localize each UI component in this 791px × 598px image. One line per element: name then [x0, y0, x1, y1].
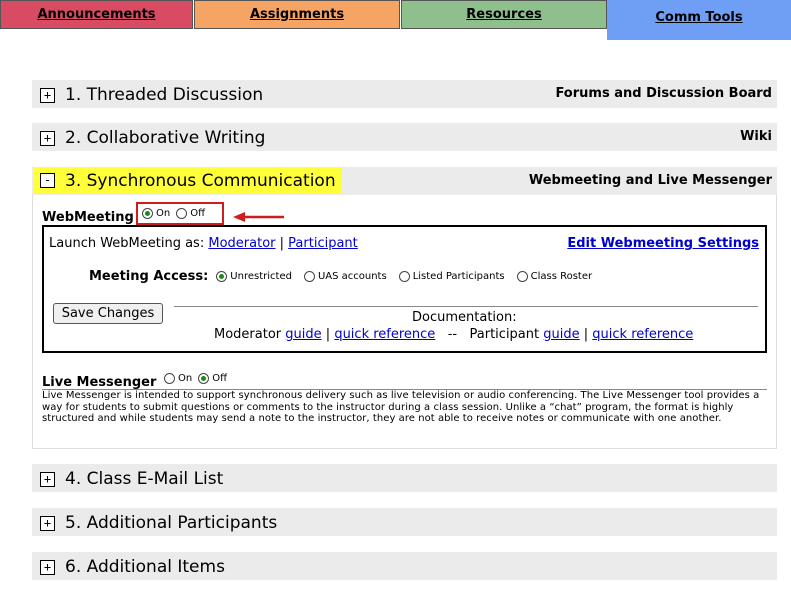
webmeeting-label: WebMeeting	[42, 210, 134, 225]
section-subtitle: Wiki	[740, 129, 772, 144]
moderator-doc-label: Moderator	[214, 327, 282, 342]
live-messenger-off-label: Off	[212, 373, 227, 384]
live-messenger-off-radio[interactable]	[198, 373, 210, 384]
live-messenger-on-radio[interactable]	[164, 373, 175, 384]
live-messenger-label: Live Messenger	[42, 375, 157, 390]
tab-resources-label: Resources	[466, 7, 542, 22]
section-toggle-threaded-discussion[interactable]: + 1. Threaded Discussion	[40, 84, 263, 106]
section-toggle-additional-items[interactable]: + 6. Additional Items	[40, 556, 225, 578]
annotation-arrow-icon	[233, 212, 284, 222]
section-additional-items: + 6. Additional Items	[32, 552, 777, 580]
access-unrestricted-radio[interactable]	[216, 271, 228, 282]
dash-separator: --	[447, 327, 458, 342]
moderator-quick-reference-link[interactable]: quick reference	[334, 327, 435, 342]
tab-assignments-label: Assignments	[249, 7, 345, 22]
live-messenger-toggle-group: On Off	[164, 373, 233, 384]
top-tab-bar: Announcements Assignments Resources Comm…	[0, 0, 791, 40]
meeting-access-label: Meeting Access:	[89, 269, 209, 284]
access-option-label: UAS accounts	[317, 271, 387, 282]
meeting-access-row: Meeting Access: Unrestricted UAS account…	[89, 269, 604, 284]
expand-icon[interactable]: +	[40, 130, 55, 146]
synchronous-communication-panel: WebMeeting On Off Launch WebMeeting as: …	[32, 195, 777, 449]
tab-resources[interactable]: Resources	[401, 0, 607, 29]
webmeeting-settings-box: Launch WebMeeting as: Moderator | Partic…	[42, 225, 767, 353]
live-messenger-on-label: On	[178, 373, 193, 384]
moderator-guide-link[interactable]: guide	[285, 327, 321, 342]
expand-icon[interactable]: +	[40, 87, 55, 103]
section-toggle-class-email-list[interactable]: + 4. Class E-Mail List	[40, 468, 223, 490]
section-subtitle: Forums and Discussion Board	[555, 86, 772, 101]
live-messenger-description: Live Messenger is intended to support sy…	[42, 390, 760, 424]
expand-icon[interactable]: +	[40, 515, 55, 531]
access-option-label: Class Roster	[530, 271, 593, 282]
divider	[174, 306, 758, 307]
tab-announcements[interactable]: Announcements	[0, 0, 193, 29]
section-toggle-additional-participants[interactable]: + 5. Additional Participants	[40, 512, 277, 534]
launch-label: Launch WebMeeting as:	[49, 236, 205, 251]
section-title: 2. Collaborative Writing	[65, 128, 266, 148]
section-title: 5. Additional Participants	[65, 513, 278, 533]
expand-icon[interactable]: +	[40, 559, 55, 575]
access-listed-participants-radio[interactable]	[398, 271, 410, 282]
participant-guide-link[interactable]: guide	[543, 327, 579, 342]
webmeeting-on-radio[interactable]	[142, 208, 153, 219]
collapse-icon[interactable]: -	[40, 173, 55, 188]
section-synchronous-communication: - 3. Synchronous Communication Webmeetin…	[32, 167, 777, 195]
tab-assignments[interactable]: Assignments	[194, 0, 400, 29]
access-uas-accounts-radio[interactable]	[303, 271, 315, 282]
edit-webmeeting-settings-link[interactable]: Edit Webmeeting Settings	[567, 236, 759, 251]
launch-moderator-link[interactable]: Moderator	[208, 236, 275, 251]
section-toggle-synchronous-communication[interactable]: - 3. Synchronous Communication	[34, 167, 342, 194]
section-title: 4. Class E-Mail List	[65, 469, 224, 489]
access-option-label: Listed Participants	[412, 271, 505, 282]
section-collaborative-writing: + 2. Collaborative Writing Wiki	[32, 123, 777, 151]
tab-comm-tools[interactable]: Comm Tools	[607, 0, 791, 40]
section-threaded-discussion: + 1. Threaded Discussion Forums and Disc…	[32, 80, 777, 108]
save-changes-button[interactable]: Save Changes	[53, 303, 163, 324]
access-class-roster-radio[interactable]	[516, 271, 528, 282]
section-class-email-list: + 4. Class E-Mail List	[32, 464, 777, 492]
section-additional-participants: + 5. Additional Participants	[32, 508, 777, 536]
tab-comm-tools-label: Comm Tools	[655, 10, 743, 25]
section-title: 3. Synchronous Communication	[65, 170, 336, 191]
section-subtitle: Webmeeting and Live Messenger	[528, 173, 772, 188]
webmeeting-off-radio[interactable]	[176, 208, 188, 219]
section-title: 1. Threaded Discussion	[65, 85, 264, 105]
webmeeting-off-label: Off	[190, 208, 205, 219]
separator: |	[325, 327, 331, 342]
expand-icon[interactable]: +	[40, 471, 55, 487]
separator: |	[583, 327, 589, 342]
webmeeting-on-label: On	[156, 208, 171, 219]
launch-webmeeting-row: Launch WebMeeting as: Moderator | Partic…	[49, 236, 358, 251]
tab-announcements-label: Announcements	[37, 7, 156, 22]
documentation-links: Moderator guide | quick reference -- Par…	[214, 327, 693, 342]
documentation-label: Documentation:	[412, 310, 517, 325]
access-option-label: Unrestricted	[230, 271, 292, 282]
launch-participant-link[interactable]: Participant	[288, 236, 358, 251]
participant-doc-label: Participant	[469, 327, 540, 342]
webmeeting-toggle-group: On Off	[136, 202, 224, 225]
separator: |	[279, 236, 285, 251]
section-toggle-collaborative-writing[interactable]: + 2. Collaborative Writing	[40, 127, 265, 149]
section-title: 6. Additional Items	[65, 557, 225, 577]
participant-quick-reference-link[interactable]: quick reference	[592, 327, 693, 342]
